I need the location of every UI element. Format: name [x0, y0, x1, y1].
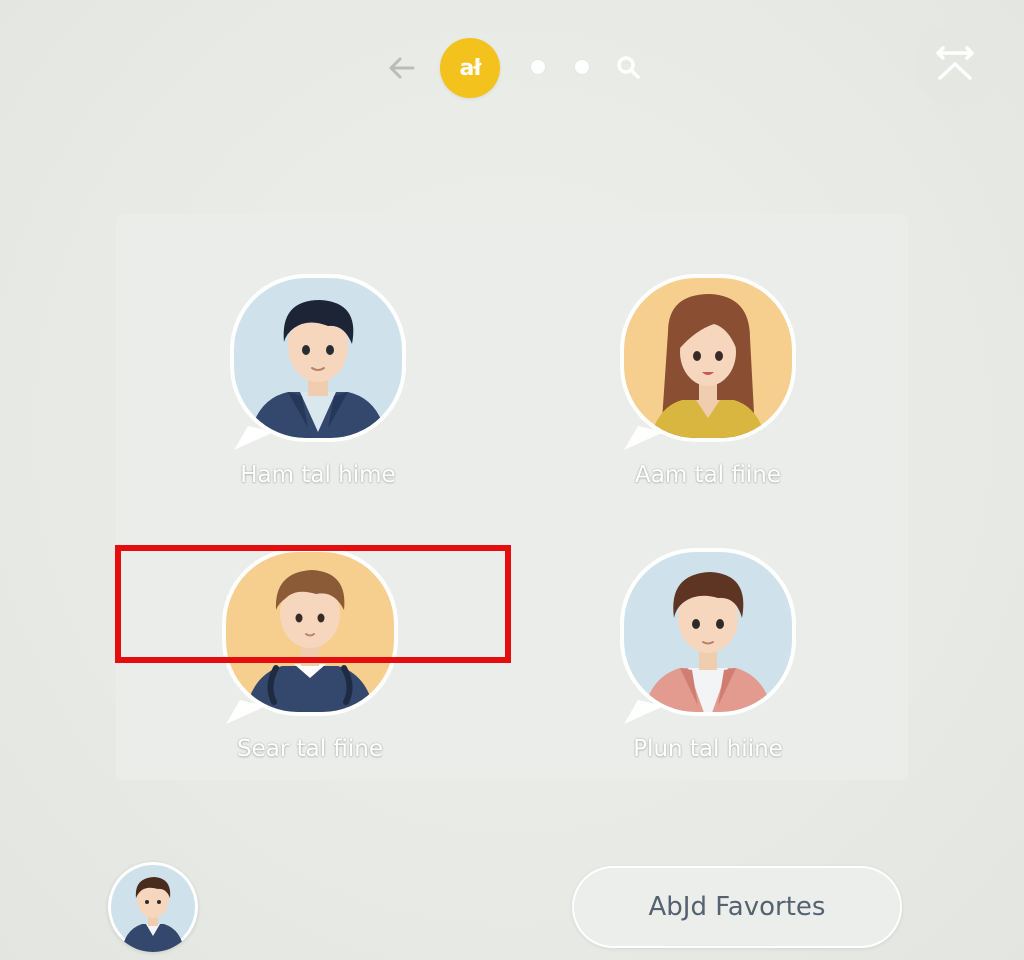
app-badge-label: ał — [459, 55, 481, 81]
contact-name: Ham tal hime — [240, 462, 396, 488]
contact-card[interactable]: Sear tal fiine — [200, 540, 420, 762]
add-favorites-label: AbJd Favortes — [648, 892, 826, 922]
add-favorites-button[interactable]: AbJd Favortes — [572, 866, 902, 948]
search-button[interactable] — [612, 52, 644, 84]
user-avatar[interactable] — [108, 862, 198, 952]
contact-card[interactable]: Aam tal fiine — [598, 266, 818, 488]
contact-name: Aam tal fiine — [635, 462, 781, 488]
collapse-button[interactable] — [914, 24, 996, 106]
avatar[interactable] — [220, 546, 400, 724]
pager-dot[interactable] — [531, 60, 545, 74]
contact-card[interactable]: Plun tal hiine — [598, 540, 818, 762]
search-icon — [617, 56, 640, 79]
contact-card[interactable]: Ham tal hime — [208, 266, 428, 488]
contact-name: Sear tal fiine — [236, 736, 384, 762]
back-button[interactable] — [384, 50, 420, 86]
avatar[interactable] — [618, 546, 798, 724]
avatar[interactable] — [618, 272, 798, 450]
collapse-arrows-icon — [936, 46, 974, 80]
arrow-left-icon — [389, 57, 415, 79]
app-badge[interactable]: ał — [440, 38, 500, 98]
pager-dot[interactable] — [575, 60, 589, 74]
avatar[interactable] — [228, 272, 408, 450]
contact-name: Plun tal hiine — [633, 736, 783, 762]
contacts-screen: ał Ham tal hime Aam tal fiine Sear tal f… — [0, 0, 1024, 960]
top-toolbar: ał — [380, 36, 660, 100]
